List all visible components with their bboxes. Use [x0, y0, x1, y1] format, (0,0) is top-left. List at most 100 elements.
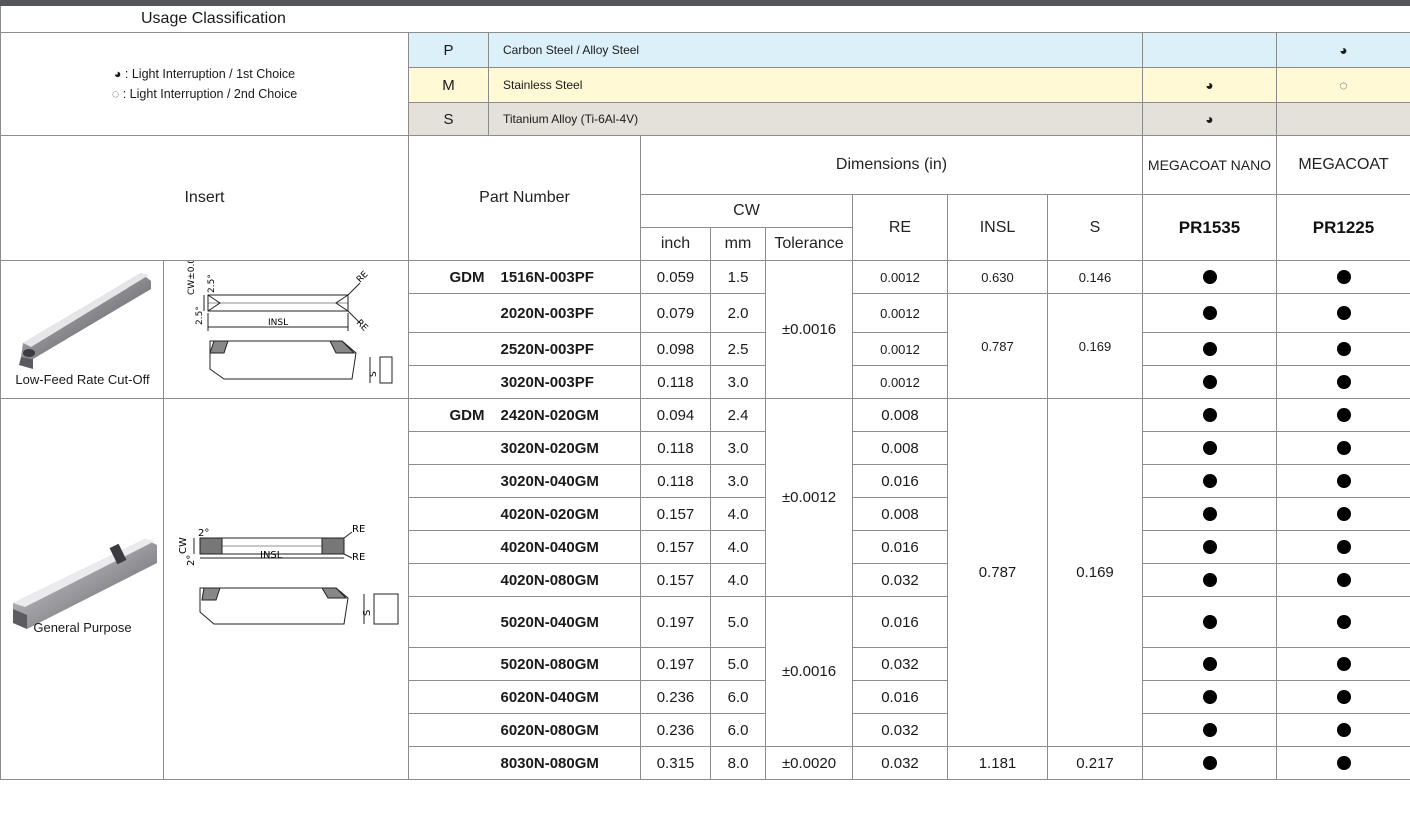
- available-dot-icon: [1336, 269, 1351, 284]
- re-top-label: RE: [355, 269, 371, 285]
- pr1535-availability: [1142, 398, 1277, 432]
- re-value: 0.032: [852, 563, 948, 597]
- insl-value: 1.181: [947, 746, 1048, 780]
- cw-inch: 0.118: [640, 431, 711, 465]
- available-dot-icon: [1336, 689, 1351, 704]
- available-dot-icon: [1336, 506, 1351, 521]
- available-dot-icon: [1336, 656, 1351, 671]
- pr1225-availability: [1275, 365, 1410, 399]
- re-value: 0.008: [852, 398, 948, 432]
- cw-inch: 0.118: [640, 365, 711, 399]
- s-label: S: [362, 610, 373, 616]
- re-value: 0.016: [852, 596, 948, 648]
- available-dot-icon: [1202, 341, 1217, 356]
- available-dot-icon: [1336, 755, 1351, 770]
- insert-label: General Purpose: [33, 620, 132, 635]
- cw-mm: 6.0: [710, 713, 766, 747]
- available-dot-icon: [1336, 440, 1351, 455]
- material-name: Titanium Alloy (Ti-6Al-4V): [488, 102, 1143, 136]
- s-label: S: [369, 371, 379, 377]
- part-number-header: Part Number: [408, 135, 641, 261]
- insl-label: INSL: [260, 550, 283, 561]
- pr1535-availability: [1142, 713, 1277, 747]
- grade-pr1225-header: PR1225: [1275, 194, 1410, 261]
- s-header: S: [1047, 194, 1143, 261]
- usage-legend: ◕ : Light Interruption / 1st Choice ◌ : …: [0, 32, 409, 136]
- pr1535-availability: [1142, 530, 1277, 564]
- re-bottom-label: RE: [354, 318, 370, 334]
- cw-tolerance: ±0.0016: [765, 596, 853, 747]
- material-code: M: [408, 67, 489, 103]
- insert-photo-cell: General Purpose: [0, 398, 164, 780]
- pr1535-availability: [1142, 596, 1277, 648]
- available-dot-icon: [1336, 305, 1351, 320]
- cw-mm: 6.0: [710, 680, 766, 714]
- available-dot-icon: [1202, 614, 1217, 629]
- part-prefix: GDM: [408, 398, 489, 432]
- part-prefix: GDM: [408, 260, 489, 294]
- s-value: 0.217: [1047, 746, 1143, 780]
- part-number: 2420N-020GM: [488, 398, 641, 432]
- material-mark-pr1535: ◕: [1142, 102, 1277, 136]
- cw-label: CW±0.0016": [187, 261, 197, 295]
- pr1535-availability: [1142, 365, 1277, 399]
- pr1225-availability: [1275, 530, 1410, 564]
- available-dot-icon: [1336, 722, 1351, 737]
- cw-inch: 0.236: [640, 713, 711, 747]
- angle-bottom-label: 2.5°: [195, 306, 205, 325]
- pr1225-availability: [1275, 431, 1410, 465]
- cw-mm: 4.0: [710, 563, 766, 597]
- available-dot-icon: [1202, 407, 1217, 422]
- part-number: 2520N-003PF: [488, 332, 641, 366]
- s-value: 0.169: [1047, 293, 1143, 399]
- part-number: 1516N-003PF: [488, 260, 641, 294]
- inch-header: inch: [640, 227, 711, 261]
- tolerance-header: Tolerance: [765, 227, 853, 261]
- legend-first-choice: ◕ : Light Interruption / 1st Choice: [113, 67, 296, 81]
- re-value: 0.032: [852, 746, 948, 780]
- dimensions-header: Dimensions (in): [640, 135, 1143, 195]
- part-number: 8030N-080GM: [488, 746, 641, 780]
- pr1535-availability: [1142, 332, 1277, 366]
- cw-inch: 0.094: [640, 398, 711, 432]
- re-value: 0.0012: [852, 332, 948, 366]
- mm-header: mm: [710, 227, 766, 261]
- pr1535-availability: [1142, 563, 1277, 597]
- part-number: 4020N-020GM: [488, 497, 641, 531]
- pr1225-availability: [1275, 746, 1410, 780]
- available-dot-icon: [1202, 722, 1217, 737]
- material-mark-pr1225: ◌: [1275, 67, 1410, 103]
- available-dot-icon: [1202, 305, 1217, 320]
- s-value: 0.169: [1047, 398, 1143, 747]
- cw-inch: 0.236: [640, 680, 711, 714]
- cw-inch: 0.157: [640, 530, 711, 564]
- available-dot-icon: [1336, 614, 1351, 629]
- cw-tolerance: ±0.0020: [765, 746, 853, 780]
- re-value: 0.032: [852, 713, 948, 747]
- insl-label: INSL: [268, 318, 288, 328]
- insert-diagram-cell: CW 2° 2° RE RE INSL S: [163, 398, 409, 780]
- cw-mm: 2.0: [710, 293, 766, 333]
- pr1535-availability: [1142, 431, 1277, 465]
- pr1535-availability: [1142, 680, 1277, 714]
- available-dot-icon: [1336, 374, 1351, 389]
- insert-diagram: CW±0.0016" 2.5° 2.5° RE RE INSL S: [187, 261, 393, 384]
- cw-mm: 2.4: [710, 398, 766, 432]
- pr1535-availability: [1142, 464, 1277, 498]
- pr1225-availability: [1275, 680, 1410, 714]
- pr1225-availability: [1275, 464, 1410, 498]
- insert-photo-cell: Low-Feed Rate Cut-Off: [0, 260, 164, 399]
- part-number: 6020N-080GM: [488, 713, 641, 747]
- coating-nano-header: MEGACOAT NANO: [1142, 135, 1277, 195]
- part-number: 3020N-040GM: [488, 464, 641, 498]
- material-code: S: [408, 102, 489, 136]
- available-dot-icon: [1202, 755, 1217, 770]
- available-dot-icon: [1336, 473, 1351, 488]
- pr1225-availability: [1275, 293, 1410, 333]
- available-dot-icon: [1336, 539, 1351, 554]
- re-value: 0.032: [852, 647, 948, 681]
- material-mark-pr1535: [1142, 32, 1277, 68]
- cw-mm: 3.0: [710, 365, 766, 399]
- cw-tolerance: ±0.0012: [765, 398, 853, 597]
- available-dot-icon: [1202, 374, 1217, 389]
